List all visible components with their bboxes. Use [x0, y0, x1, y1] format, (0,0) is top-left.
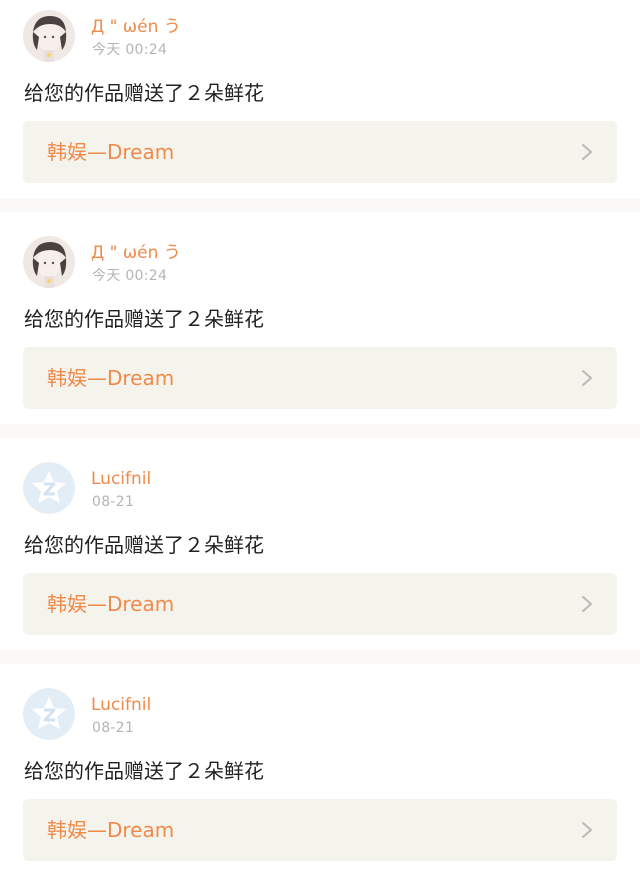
gift-message: 给您的作品赠送了２朵鲜花: [24, 533, 264, 557]
work-link[interactable]: 韩娱—Dream: [23, 799, 617, 861]
work-title: 韩娱—Dream: [47, 140, 175, 164]
work-link[interactable]: 韩娱—Dream: [23, 121, 617, 183]
work-title: 韩娱—Dream: [47, 592, 175, 616]
gift-message: 给您的作品赠送了２朵鲜花: [24, 81, 264, 105]
user-photo-avatar-icon: [23, 10, 75, 62]
default-star-avatar-icon: [23, 462, 75, 514]
gift-message: 给您的作品赠送了２朵鲜花: [24, 759, 264, 783]
notification-card: Lucifnil 08-21 给您的作品赠送了２朵鲜花 韩娱—Dream: [0, 438, 640, 650]
username[interactable]: Д " ωén う: [91, 242, 181, 264]
work-link[interactable]: 韩娱—Dream: [23, 347, 617, 409]
chevron-right-icon: [582, 370, 592, 386]
username[interactable]: Lucifnil: [91, 694, 151, 716]
work-link[interactable]: 韩娱—Dream: [23, 573, 617, 635]
user-avatar[interactable]: [23, 10, 75, 62]
timestamp: 08-21: [92, 720, 135, 736]
username[interactable]: Д " ωén う: [91, 16, 181, 38]
notification-card: Д " ωén う 今天 00:24 给您的作品赠送了２朵鲜花 韩娱—Dream: [0, 212, 640, 424]
chevron-right-icon: [582, 596, 592, 612]
notification-card: Д " ωén う 今天 00:24 给您的作品赠送了２朵鲜花 韩娱—Dream: [0, 0, 640, 198]
work-title: 韩娱—Dream: [47, 366, 175, 390]
user-avatar[interactable]: [23, 462, 75, 514]
timestamp: 08-21: [92, 494, 135, 510]
gift-message: 给您的作品赠送了２朵鲜花: [24, 307, 264, 331]
user-avatar[interactable]: [23, 236, 75, 288]
user-photo-avatar-icon: [23, 236, 75, 288]
user-avatar[interactable]: [23, 688, 75, 740]
timestamp: 今天 00:24: [92, 268, 168, 284]
notification-feed: Д " ωén う 今天 00:24 给您的作品赠送了２朵鲜花 韩娱—Dream: [0, 0, 640, 876]
notification-card: Lucifnil 08-21 给您的作品赠送了２朵鲜花 韩娱—Dream: [0, 664, 640, 876]
username[interactable]: Lucifnil: [91, 468, 151, 490]
chevron-right-icon: [582, 144, 592, 160]
timestamp: 今天 00:24: [92, 42, 168, 58]
work-title: 韩娱—Dream: [47, 818, 175, 842]
default-star-avatar-icon: [23, 688, 75, 740]
chevron-right-icon: [582, 822, 592, 838]
